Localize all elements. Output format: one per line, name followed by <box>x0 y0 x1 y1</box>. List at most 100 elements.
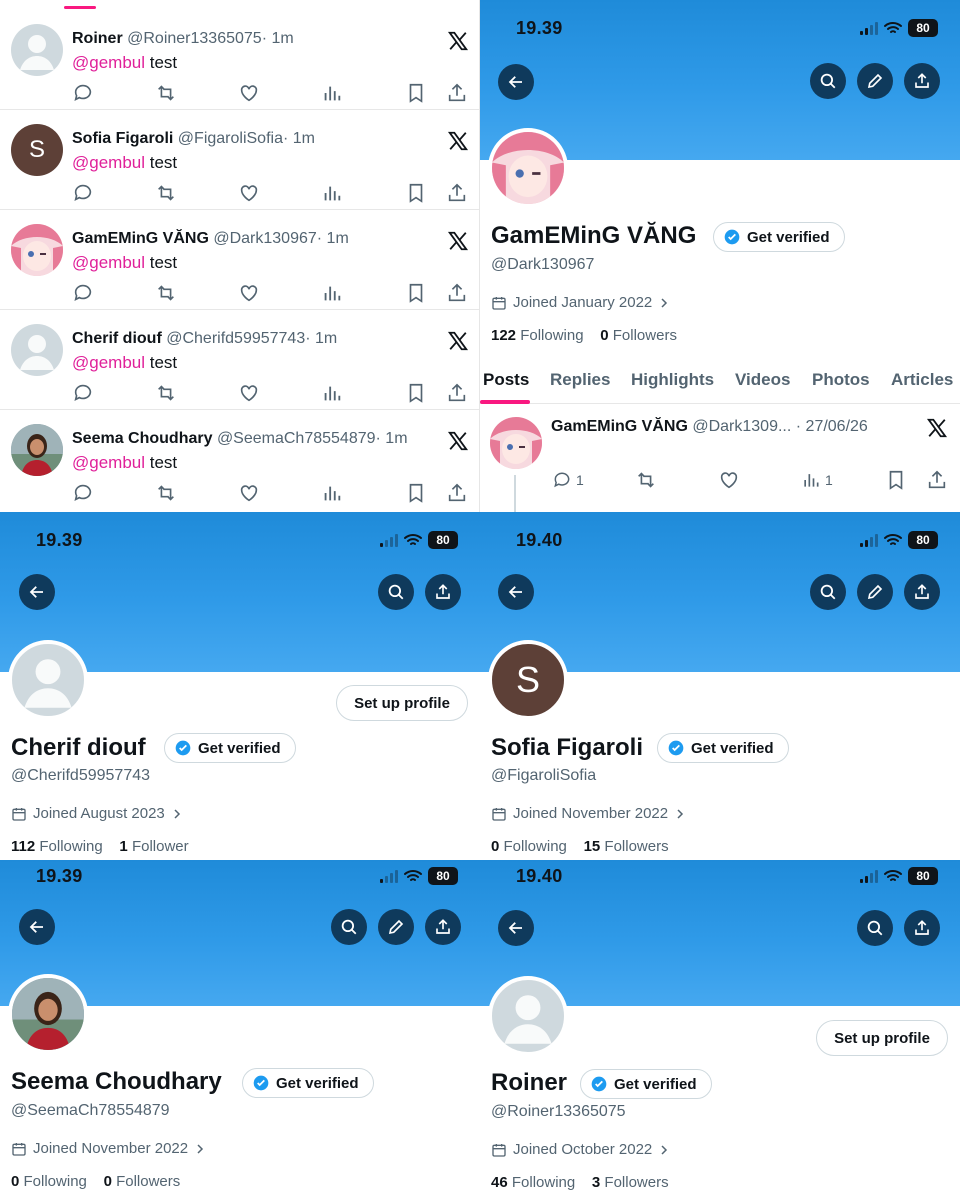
tweet-mention[interactable]: @gembul <box>72 253 145 272</box>
like-icon[interactable] <box>238 482 260 504</box>
views-icon[interactable] <box>321 482 343 504</box>
avatar[interactable]: S <box>11 124 63 176</box>
reply-icon[interactable] <box>72 182 94 204</box>
tweet-author-handle[interactable]: @FigaroliSofia <box>178 130 283 147</box>
followers-link[interactable]: 0 Followers <box>600 327 677 344</box>
views-icon[interactable] <box>321 82 343 104</box>
retweet-icon[interactable] <box>635 469 657 491</box>
tab-posts[interactable]: Posts <box>483 370 529 390</box>
retweet-icon[interactable] <box>155 382 177 404</box>
tab-articles[interactable]: Articles <box>891 370 953 390</box>
tweet-author-handle[interactable]: @Dark130967 <box>213 230 316 247</box>
retweet-icon[interactable] <box>155 282 177 304</box>
get-verified-button[interactable]: Get verified <box>657 733 789 763</box>
following-link[interactable]: 0 Following <box>491 838 567 855</box>
share-button[interactable] <box>904 63 940 99</box>
tweet-author-name[interactable]: Cherif diouf <box>72 330 162 347</box>
joined-date[interactable]: Joined January 2022 <box>491 294 670 311</box>
tweet[interactable]: Cherif diouf @Cherifd59957743· 1m @gembu… <box>0 310 479 410</box>
profile-avatar[interactable] <box>488 128 568 208</box>
share-icon[interactable] <box>446 282 468 304</box>
edit-button[interactable] <box>857 63 893 99</box>
bookmark-icon[interactable] <box>405 482 427 504</box>
tweet-author-handle[interactable]: @SeemaCh78554879 <box>217 430 376 447</box>
profile-post[interactable]: GamEMinG VĂNG @Dark1309... · 27/06/26 1 … <box>480 405 960 512</box>
back-button[interactable] <box>498 910 534 946</box>
search-button[interactable] <box>810 574 846 610</box>
profile-avatar[interactable]: S <box>488 640 568 720</box>
reply-icon[interactable] <box>72 282 94 304</box>
get-verified-button[interactable]: Get verified <box>242 1068 374 1098</box>
tweet[interactable]: Roiner @Roiner13365075· 1m @gembul test <box>0 10 479 110</box>
followers-link[interactable]: 15 Followers <box>584 838 669 855</box>
avatar[interactable] <box>11 24 63 76</box>
joined-date[interactable]: Joined November 2022 <box>491 805 686 822</box>
views-icon[interactable] <box>321 282 343 304</box>
like-icon[interactable] <box>238 82 260 104</box>
post-author-name[interactable]: GamEMinG VĂNG <box>551 418 688 435</box>
search-button[interactable] <box>857 910 893 946</box>
tweet-author-handle[interactable]: @Roiner13365075 <box>127 30 262 47</box>
reply-icon[interactable] <box>72 482 94 504</box>
edit-button[interactable] <box>857 574 893 610</box>
tweet-author-name[interactable]: Sofia Figaroli <box>72 130 173 147</box>
like-icon[interactable] <box>238 282 260 304</box>
avatar[interactable] <box>11 224 63 276</box>
bookmark-icon[interactable] <box>405 382 427 404</box>
share-button[interactable] <box>425 574 461 610</box>
search-button[interactable] <box>378 574 414 610</box>
share-icon[interactable] <box>926 469 948 491</box>
set-up-profile-button[interactable]: Set up profile <box>816 1020 948 1056</box>
tab-replies[interactable]: Replies <box>550 370 610 390</box>
followers-link[interactable]: 3 Followers <box>592 1174 669 1191</box>
back-button[interactable] <box>19 909 55 945</box>
tab-photos[interactable]: Photos <box>812 370 870 390</box>
retweet-icon[interactable] <box>155 482 177 504</box>
tweet-mention[interactable]: @gembul <box>72 153 145 172</box>
reply-icon[interactable] <box>72 82 94 104</box>
tweet-mention[interactable]: @gembul <box>72 353 145 372</box>
tweet-author-name[interactable]: GamEMinG VĂNG <box>72 230 209 247</box>
tweet-author-name[interactable]: Roiner <box>72 30 123 47</box>
search-button[interactable] <box>810 63 846 99</box>
share-button[interactable] <box>425 909 461 945</box>
get-verified-button[interactable]: Get verified <box>713 222 845 252</box>
get-verified-button[interactable]: Get verified <box>580 1069 712 1099</box>
like-icon[interactable] <box>718 469 740 491</box>
share-button[interactable] <box>904 910 940 946</box>
bookmark-icon[interactable] <box>405 182 427 204</box>
tweet-mention[interactable]: @gembul <box>72 53 145 72</box>
back-button[interactable] <box>19 574 55 610</box>
joined-date[interactable]: Joined November 2022 <box>11 1140 206 1157</box>
tweet-author-name[interactable]: Seema Choudhary <box>72 430 212 447</box>
back-button[interactable] <box>498 574 534 610</box>
avatar[interactable] <box>11 424 63 476</box>
share-button[interactable] <box>904 574 940 610</box>
back-button[interactable] <box>498 64 534 100</box>
bookmark-icon[interactable] <box>405 82 427 104</box>
reply-icon[interactable] <box>72 382 94 404</box>
profile-avatar[interactable] <box>488 976 568 1056</box>
tab-highlights[interactable]: Highlights <box>631 370 714 390</box>
share-icon[interactable] <box>446 482 468 504</box>
like-icon[interactable] <box>238 182 260 204</box>
get-verified-button[interactable]: Get verified <box>164 733 296 763</box>
share-icon[interactable] <box>446 382 468 404</box>
tab-videos[interactable]: Videos <box>735 370 790 390</box>
profile-avatar[interactable] <box>8 640 88 720</box>
retweet-icon[interactable] <box>155 82 177 104</box>
tweet[interactable]: Seema Choudhary @SeemaCh78554879· 1m @ge… <box>0 410 479 510</box>
tweet-mention[interactable]: @gembul <box>72 453 145 472</box>
search-button[interactable] <box>331 909 367 945</box>
joined-date[interactable]: Joined August 2023 <box>11 805 183 822</box>
followers-link[interactable]: 0 Followers <box>104 1173 181 1190</box>
post-author-handle[interactable]: @Dark1309... <box>692 418 791 435</box>
edit-button[interactable] <box>378 909 414 945</box>
avatar[interactable] <box>490 417 542 469</box>
views-button[interactable]: 1 <box>801 469 841 491</box>
profile-avatar[interactable] <box>8 974 88 1054</box>
following-link[interactable]: 122 Following <box>491 327 584 344</box>
followers-link[interactable]: 1 Follower <box>119 838 188 855</box>
retweet-icon[interactable] <box>155 182 177 204</box>
share-icon[interactable] <box>446 82 468 104</box>
